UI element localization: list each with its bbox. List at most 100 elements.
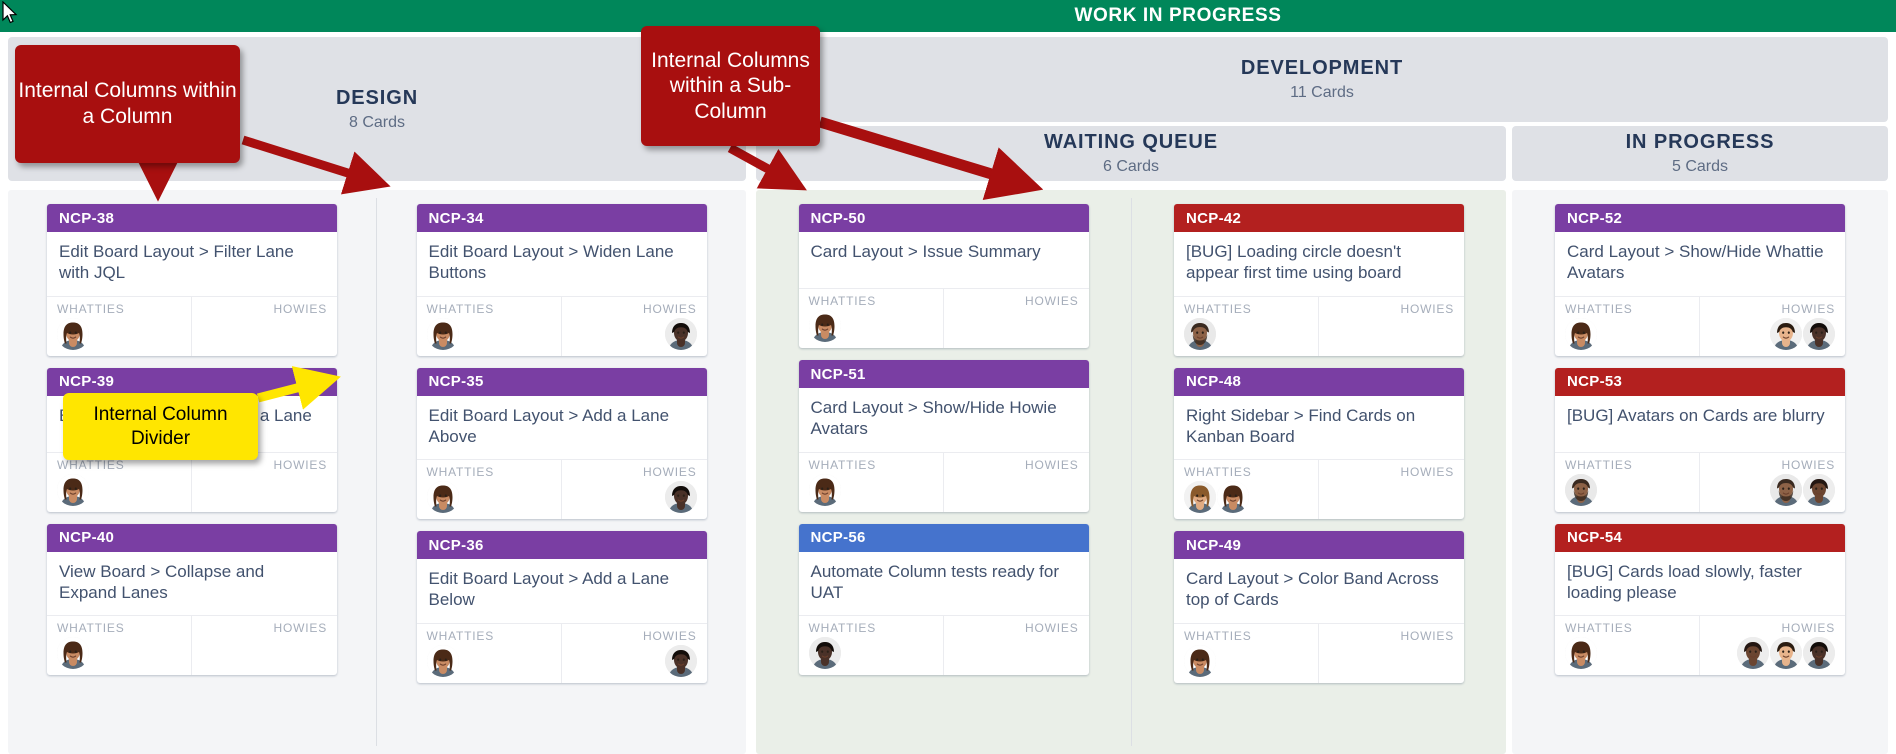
column-header-in-progress[interactable]: IN PROGRESS 5 Cards [1512,126,1888,181]
subcolumn-design-a: NCP-38 Edit Board Layout > Filter Lane w… [8,190,376,754]
card-key[interactable]: NCP-48 [1186,373,1241,390]
avatar[interactable] [1770,317,1802,350]
avatar-group [426,481,551,513]
card-whatties: WHATTIES [417,623,562,683]
howies-label: HOWIES [1025,457,1079,472]
card-people: WHATTIES HOWIES [1174,622,1464,683]
avatar[interactable] [1217,481,1249,513]
howies-label: HOWIES [643,465,697,479]
card-key[interactable]: NCP-42 [1186,210,1241,227]
kanban-card[interactable]: NCP-56 Automate Column tests ready for U… [798,523,1089,675]
avatar[interactable] [57,473,89,506]
kanban-card[interactable]: NCP-49 Card Layout > Color Band Across t… [1174,531,1464,683]
avatar[interactable] [1803,317,1835,350]
avatar[interactable] [1565,637,1597,669]
avatar[interactable] [1184,644,1216,677]
card-key[interactable]: NCP-38 [59,210,114,227]
card-color-band: NCP-48 [1174,367,1464,396]
kanban-card[interactable]: NCP-54 [BUG] Cards load slowly, faster l… [1555,523,1845,675]
avatar[interactable] [664,317,697,350]
card-key[interactable]: NCP-40 [59,529,114,546]
column-header-waiting-queue[interactable]: WAITING QUEUE 6 Cards [756,126,1506,181]
card-key[interactable]: NCP-54 [1567,529,1622,546]
card-summary: Card Layout > Show/Hide Whattie Avatars [1567,242,1824,283]
howies-label: HOWIES [1781,457,1835,472]
card-key[interactable]: NCP-49 [1186,537,1241,554]
card-key[interactable]: NCP-34 [429,210,484,227]
avatar[interactable] [664,481,697,513]
avatar[interactable] [808,637,841,669]
avatar[interactable] [1565,473,1597,506]
card-summary: Edit Board Layout > Add a Lane Above [428,405,670,446]
avatar[interactable] [664,644,697,677]
avatar[interactable] [1184,481,1216,513]
card-key[interactable]: NCP-53 [1567,373,1622,390]
column-header-development[interactable]: DEVELOPMENT 11 Cards [756,37,1888,122]
card-key[interactable]: NCP-56 [811,529,866,546]
kanban-card[interactable]: NCP-48 Right Sidebar > Find Cards on Kan… [1174,367,1464,519]
whatties-label: WHATTIES [1565,301,1633,316]
callout-internal-columns-within-subcolumn: Internal Columns within a Sub-Column [641,26,820,146]
card-howies: HOWIES [944,289,1089,348]
card-people: WHATTIES HOWIES [1555,615,1845,675]
card-howies: HOWIES [1319,460,1464,519]
whatties-label: WHATTIES [1184,301,1252,316]
kanban-card[interactable]: NCP-52 Card Layout > Show/Hide Whattie A… [1555,204,1845,356]
avatar[interactable] [1770,637,1802,669]
card-people: WHATTIES HOWIES [1555,295,1845,356]
card-howies: HOWIES [944,616,1089,675]
subcolumn-design-b: NCP-34 Edit Board Layout > Widen Lane Bu… [377,190,746,754]
avatar[interactable] [1184,317,1216,350]
card-howies: HOWIES [192,297,337,356]
card-key[interactable]: NCP-52 [1567,210,1622,227]
card-whatties: WHATTIES [799,616,944,675]
card-howies: HOWIES [1319,297,1464,356]
column-body-design: NCP-38 Edit Board Layout > Filter Lane w… [8,190,746,754]
kanban-card[interactable]: NCP-42 [BUG] Loading circle doesn't appe… [1174,204,1464,356]
avatar[interactable] [1737,637,1769,669]
avatar[interactable] [1803,473,1835,506]
whatties-label: WHATTIES [1565,621,1633,635]
kanban-card[interactable]: NCP-53 [BUG] Avatars on Cards are blurry… [1555,367,1845,512]
card-color-band: NCP-34 [416,204,707,232]
kanban-card[interactable]: NCP-34 Edit Board Layout > Widen Lane Bu… [416,204,707,356]
avatar-group [808,310,933,342]
kanban-card[interactable]: NCP-35 Edit Board Layout > Add a Lane Ab… [416,367,707,519]
column-title: DESIGN [335,86,419,109]
whatties-label: WHATTIES [57,621,125,635]
card-howies: HOWIES [192,453,337,512]
subcolumn-inprogress-a: NCP-52 Card Layout > Show/Hide Whattie A… [1512,190,1888,754]
howies-label: HOWIES [273,301,327,316]
avatar[interactable] [426,317,459,350]
kanban-card[interactable]: NCP-51 Card Layout > Show/Hide Howie Ava… [798,360,1089,512]
card-key[interactable]: NCP-51 [811,366,866,383]
card-key[interactable]: NCP-50 [811,210,866,227]
card-key[interactable]: NCP-39 [59,373,114,390]
avatar[interactable] [426,481,459,513]
kanban-card[interactable]: NCP-40 View Board > Collapse and Expand … [47,523,337,675]
avatar[interactable] [57,637,89,669]
avatar[interactable] [808,310,841,342]
avatar-group [1565,317,1689,350]
avatar[interactable] [1770,473,1802,506]
kanban-card[interactable]: NCP-50 Card Layout > Issue Summary WHATT… [798,204,1089,348]
card-howies: HOWIES [562,624,707,683]
avatar[interactable] [1565,317,1597,350]
avatar[interactable] [1803,637,1835,669]
card-key[interactable]: NCP-36 [429,537,484,554]
card-key[interactable]: NCP-35 [429,373,484,390]
kanban-card[interactable]: NCP-36 Edit Board Layout > Add a Lane Be… [416,531,707,683]
card-whatties: WHATTIES [47,616,192,675]
avatar-group [572,644,697,677]
column-title: IN PROGRESS [1625,131,1775,153]
avatar[interactable] [57,317,89,350]
avatar[interactable] [808,473,841,506]
card-whatties: WHATTIES [1555,452,1700,512]
card-whatties: WHATTIES [799,289,944,348]
avatar[interactable] [426,644,459,677]
card-color-band: NCP-54 [1555,523,1845,552]
column-card-count: 6 Cards [1102,158,1160,175]
card-summary: Card Layout > Show/Hide Howie Avatars [810,398,1057,439]
kanban-card[interactable]: NCP-38 Edit Board Layout > Filter Lane w… [47,204,337,356]
avatar-group [57,317,181,350]
